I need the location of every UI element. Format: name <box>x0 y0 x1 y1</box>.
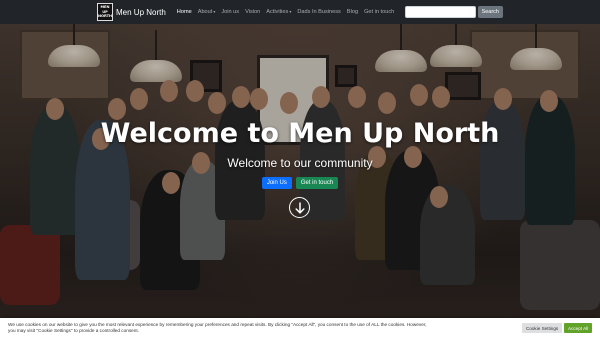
nav-item-label: Vision <box>245 9 261 15</box>
nav-item-label: Home <box>176 9 192 15</box>
top-navbar: MEN UP NORTH Men Up North Home About▾ Jo… <box>0 0 600 24</box>
arrow-down-circle-icon[interactable] <box>289 197 310 218</box>
cookie-consent-text: We use cookies on our website to give yo… <box>8 322 427 333</box>
nav-item-dads-in-business[interactable]: Dads In Business <box>294 9 344 15</box>
hero-title: Welcome to Men Up North <box>100 118 500 149</box>
logo-line: NORTH <box>97 14 113 19</box>
nav-item-join-us[interactable]: Join us <box>218 9 242 15</box>
nav-item-get-in-touch[interactable]: Get in touch <box>361 9 397 15</box>
hero-subtitle: Welcome to our community <box>227 156 373 170</box>
nav-item-activities[interactable]: Activities▾ <box>263 9 294 15</box>
nav-item-label: Dads In Business <box>297 9 341 15</box>
get-in-touch-button[interactable]: Get in touch <box>295 177 339 189</box>
brand-name[interactable]: Men Up North <box>116 8 166 17</box>
nav-item-home[interactable]: Home <box>174 9 195 15</box>
nav-item-label: Get in touch <box>364 9 395 15</box>
caret-down-icon: ▾ <box>289 9 292 14</box>
nav-item-label: About <box>197 9 213 15</box>
nav-item-about[interactable]: About▾ <box>195 9 219 15</box>
nav-menu: Home About▾ Join us Vision Activities▾ D… <box>174 9 397 15</box>
cookie-settings-button[interactable]: Cookie Settings <box>522 323 563 333</box>
caret-down-icon: ▾ <box>213 9 216 14</box>
arrow-down-icon <box>294 201 305 214</box>
search-button[interactable]: Search <box>477 6 503 18</box>
nav-item-label: Activities <box>266 9 289 15</box>
nav-item-label: Join us <box>221 9 240 15</box>
accept-all-button[interactable]: Accept All <box>564 323 593 333</box>
nav-item-blog[interactable]: Blog <box>344 9 361 15</box>
search-input[interactable] <box>404 6 476 18</box>
join-us-button[interactable]: Join Us <box>261 177 292 189</box>
search-form: Search <box>404 6 503 18</box>
nav-item-label: Blog <box>346 9 359 15</box>
brand-logo[interactable]: MEN UP NORTH <box>97 3 113 21</box>
hero-buttons: Join Us Get in touch <box>0 177 600 189</box>
cookie-consent-bar: We use cookies on our website to give yo… <box>0 318 600 338</box>
nav-item-vision[interactable]: Vision <box>242 9 263 15</box>
brand[interactable]: MEN UP NORTH Men Up North <box>97 3 166 21</box>
